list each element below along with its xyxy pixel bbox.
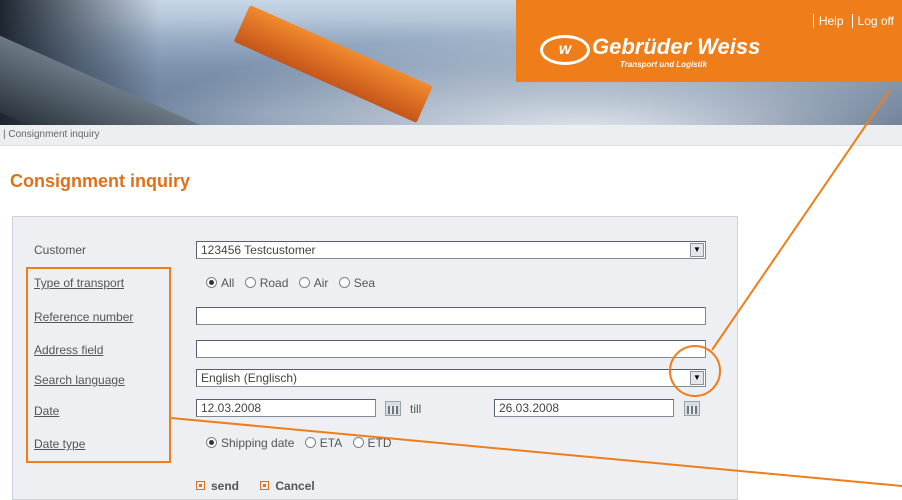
radio-shipping-date[interactable] xyxy=(206,437,217,448)
search-language-select[interactable]: English (Englisch) ▼ xyxy=(196,369,706,387)
address-field-input[interactable] xyxy=(196,340,706,358)
option-label: Shipping date xyxy=(221,436,295,450)
search-language-value: English (Englisch) xyxy=(201,371,298,385)
radio-transport-air[interactable] xyxy=(298,277,310,288)
log-off-link[interactable]: Log off xyxy=(851,14,902,28)
radio-transport-road[interactable] xyxy=(244,277,256,288)
transport-radio-group: All Road Air Sea xyxy=(206,276,382,290)
dropdown-arrow-icon[interactable]: ▼ xyxy=(690,243,704,257)
date-type-radio-group: Shipping date ETA ETD xyxy=(206,436,399,450)
cancel-label: Cancel xyxy=(275,479,315,493)
radio-etd[interactable] xyxy=(352,437,364,448)
date-from-input[interactable] xyxy=(196,399,376,417)
bullet-icon xyxy=(196,481,205,490)
reference-number-input[interactable] xyxy=(196,307,706,325)
radio-transport-sea[interactable] xyxy=(338,277,350,288)
option-label: Air xyxy=(313,276,329,290)
top-links: Help Log off xyxy=(812,12,902,30)
brand-logo-icon: w xyxy=(540,35,590,65)
brand-tagline: Transport und Logistik xyxy=(620,60,707,69)
form-actions: send Cancel xyxy=(196,479,333,493)
breadcrumb-bar: | Consignment inquiry xyxy=(0,125,902,146)
page-title: Consignment inquiry xyxy=(10,171,190,191)
customer-select[interactable]: 123456 Testcustomer ▼ xyxy=(196,241,706,259)
option-label: ETA xyxy=(319,436,343,450)
radio-eta[interactable] xyxy=(304,437,316,448)
option-label: ETD xyxy=(367,436,392,450)
option-label: Road xyxy=(259,276,289,290)
annotation-labels-highlight xyxy=(26,267,171,463)
calendar-icon[interactable] xyxy=(684,401,700,416)
annotation-dropdown-highlight xyxy=(669,345,721,397)
option-label: Sea xyxy=(353,276,376,290)
date-till-label: till xyxy=(410,402,422,416)
date-to-input[interactable] xyxy=(494,399,674,417)
option-label: All xyxy=(221,276,235,290)
customer-label: Customer xyxy=(34,243,87,257)
brand-name: Gebrüder Weiss xyxy=(592,34,761,59)
customer-select-value: 123456 Testcustomer xyxy=(201,243,316,257)
send-button[interactable]: send xyxy=(196,479,239,493)
cancel-button[interactable]: Cancel xyxy=(260,479,315,493)
calendar-icon[interactable] xyxy=(385,401,401,416)
breadcrumb: | Consignment inquiry xyxy=(3,129,100,140)
bullet-icon xyxy=(260,481,270,490)
help-link[interactable]: Help xyxy=(812,14,852,28)
send-label: send xyxy=(211,479,240,493)
radio-transport-all[interactable] xyxy=(206,277,217,288)
